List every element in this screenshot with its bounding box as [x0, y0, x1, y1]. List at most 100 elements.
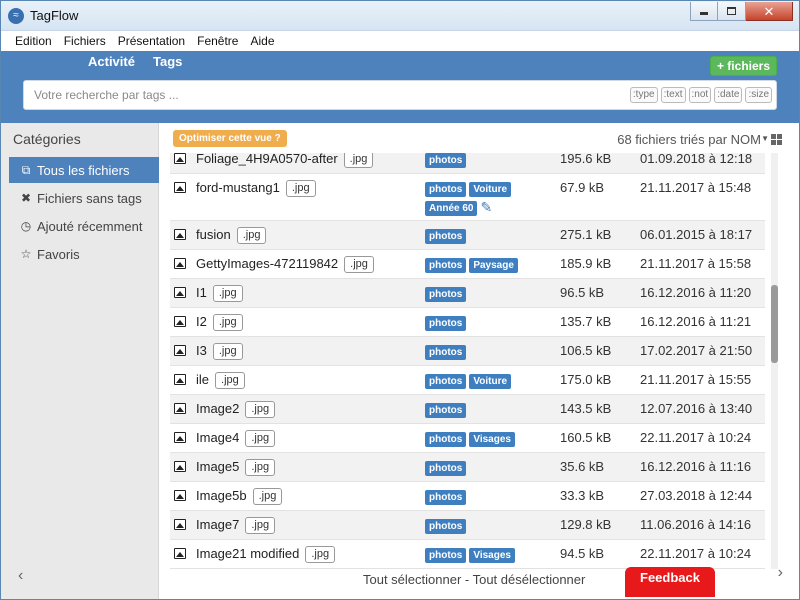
file-row[interactable]: Image21 modified .jpg photos Visages 94.5 kB… — [170, 540, 765, 569]
search-input[interactable] — [32, 81, 572, 109]
file-row[interactable]: I2 .jpg photos 135.7 kB 16.12.2016 à 11:21 — [170, 308, 765, 337]
sidebar-item-favorites[interactable]: ☆ Favoris — [9, 241, 159, 267]
file-name-text: Image21 modified — [196, 546, 300, 561]
file-date: 11.06.2016 à 14:16 — [640, 517, 752, 532]
tag-badge[interactable]: Visages — [469, 548, 515, 563]
filter-date[interactable]: :date — [714, 87, 743, 103]
image-file-icon — [174, 548, 186, 559]
image-file-icon — [174, 519, 186, 530]
sidebar: Catégories ⧉ Tous les fichiers ✖ Fichiers … — [1, 123, 159, 599]
tag-badge[interactable]: Voiture — [469, 182, 512, 197]
menu-bar: Edition Fichiers Présentation Fenêtre Ai… — [1, 31, 799, 51]
tag-list: photos — [425, 518, 550, 537]
sidebar-item-recent[interactable]: ◷ Ajouté récemment — [9, 213, 159, 239]
tag-badge[interactable]: photos — [425, 345, 467, 360]
file-extension-badge: .jpg — [252, 488, 283, 505]
filter-not[interactable]: :not — [688, 87, 712, 103]
sort-info[interactable]: 68 fichiers triés par NOM — [617, 132, 761, 147]
tag-badge[interactable]: photos — [425, 316, 467, 331]
tag-badge[interactable]: photos — [425, 548, 467, 563]
tag-badge[interactable]: Année 60 — [425, 201, 478, 216]
image-file-icon — [174, 229, 186, 240]
file-row[interactable]: Image2 .jpg photos 143.5 kB 12.07.2016 à 13:… — [170, 395, 765, 424]
file-row[interactable]: Image7 .jpg photos 129.8 kB 11.06.2016 à 14:… — [170, 511, 765, 540]
file-name-text: Foliage_4H9A0570-after — [196, 153, 338, 166]
image-file-icon — [174, 403, 186, 414]
tab-tags[interactable]: Tags — [153, 54, 182, 69]
search-filters: :type :text :not :date :size — [629, 87, 772, 103]
sidebar-item-untagged[interactable]: ✖ Fichiers sans tags — [9, 185, 159, 211]
file-name: I2 .jpg — [196, 314, 243, 331]
menu-aide[interactable]: Aide — [244, 34, 280, 48]
minimize-icon — [700, 12, 708, 15]
tag-badge[interactable]: photos — [425, 374, 467, 389]
file-extension-badge: .jpg — [344, 256, 374, 273]
sidebar-item-all-files[interactable]: ⧉ Tous les fichiers — [9, 157, 159, 183]
file-row[interactable]: ford-mustang1 .jpg photos Voiture Année 60 ✎ 6… — [170, 174, 765, 221]
file-row[interactable]: I3 .jpg photos 106.5 kB 17.02.2017 à 21:50 — [170, 337, 765, 366]
tag-badge[interactable]: photos — [425, 490, 467, 505]
file-name: Foliage_4H9A0570-after .jpg — [196, 153, 374, 168]
selection-links[interactable]: Tout sélectionner - Tout désélectionner — [363, 572, 585, 587]
file-extension-badge: .jpg — [212, 285, 243, 302]
file-name-text: fusion — [196, 227, 231, 242]
optimize-view-button[interactable]: Optimiser cette vue ? — [173, 130, 287, 147]
tag-badge[interactable]: photos — [425, 153, 467, 168]
file-size: 135.7 kB — [560, 314, 612, 329]
file-row[interactable]: fusion .jpg photos 275.1 kB 06.01.2015 à 18:… — [170, 221, 765, 250]
file-name: I1 .jpg — [196, 285, 243, 302]
filter-text[interactable]: :text — [660, 87, 686, 103]
file-row[interactable]: ile .jpg photos Voiture 175.0 kB 21.11.2017 à… — [170, 366, 765, 395]
file-name-text: ford-mustang1 — [196, 180, 280, 195]
tag-badge[interactable]: Voiture — [469, 374, 512, 389]
file-extension-badge: .jpg — [305, 546, 336, 563]
file-extension-badge: .jpg — [236, 227, 267, 244]
menu-presentation[interactable]: Présentation — [112, 34, 191, 48]
tag-badge[interactable]: photos — [425, 432, 467, 447]
file-name: Image7 .jpg — [196, 517, 276, 534]
grid-view-icon[interactable] — [771, 134, 782, 145]
menu-edition[interactable]: Edition — [9, 34, 58, 48]
minimize-button[interactable] — [690, 2, 718, 21]
edit-tags-icon[interactable]: ✎ — [480, 200, 492, 214]
filter-size[interactable]: :size — [745, 87, 772, 103]
vertical-scrollbar[interactable] — [771, 153, 778, 569]
file-row[interactable]: Image4 .jpg photos Visages 160.5 kB 22.11.201… — [170, 424, 765, 453]
file-list: Foliage_4H9A0570-after .jpg photos 195.6 kB… — [170, 153, 765, 569]
tag-badge[interactable]: Visages — [469, 432, 515, 447]
scrollbar-thumb[interactable] — [771, 285, 778, 363]
file-extension-badge: .jpg — [245, 459, 276, 476]
file-row[interactable]: Foliage_4H9A0570-after .jpg photos 195.6 kB… — [170, 153, 765, 174]
tag-badge[interactable]: photos — [425, 403, 467, 418]
tag-badge[interactable]: photos — [425, 461, 467, 476]
file-name-text: Image7 — [196, 517, 240, 532]
file-row[interactable]: GettyImages-472119842 .jpg photos Paysage 18… — [170, 250, 765, 279]
menu-fichiers[interactable]: Fichiers — [58, 34, 112, 48]
tag-badge[interactable]: photos — [425, 182, 467, 197]
menu-fenetre[interactable]: Fenêtre — [191, 34, 244, 48]
chevron-left-icon[interactable]: ‹ — [18, 567, 23, 585]
file-name-text: ile — [196, 372, 210, 387]
image-file-icon — [174, 432, 186, 443]
filter-type[interactable]: :type — [629, 87, 658, 103]
tag-badge[interactable]: photos — [425, 519, 467, 534]
tab-activite[interactable]: Activité — [88, 54, 135, 69]
sidebar-item-label: Tous les fichiers — [37, 162, 130, 178]
feedback-button[interactable]: Feedback — [625, 567, 715, 597]
tag-badge[interactable]: photos — [425, 258, 467, 273]
maximize-button[interactable] — [718, 2, 746, 21]
tag-badge[interactable]: photos — [425, 229, 467, 244]
close-button[interactable]: ✕ — [746, 2, 793, 21]
file-row[interactable]: Image5b .jpg photos 33.3 kB 27.03.2018 à 12:… — [170, 482, 765, 511]
file-row[interactable]: Image5 .jpg photos 35.6 kB 16.12.2016 à 11:1… — [170, 453, 765, 482]
tag-badge[interactable]: Paysage — [469, 258, 518, 273]
file-name-text: Image5b — [196, 488, 247, 503]
tag-badge[interactable]: photos — [425, 287, 467, 302]
file-row[interactable]: I1 .jpg photos 96.5 kB 16.12.2016 à 11:20 — [170, 279, 765, 308]
tag-list: photos Voiture Année 60 ✎ — [425, 181, 550, 219]
chevron-right-icon[interactable]: › — [778, 564, 783, 582]
star-icon: ☆ — [20, 247, 32, 261]
caret-down-icon[interactable]: ▼ — [761, 134, 769, 143]
file-size: 96.5 kB — [560, 285, 605, 300]
add-files-button[interactable]: + fichiers — [709, 56, 777, 76]
